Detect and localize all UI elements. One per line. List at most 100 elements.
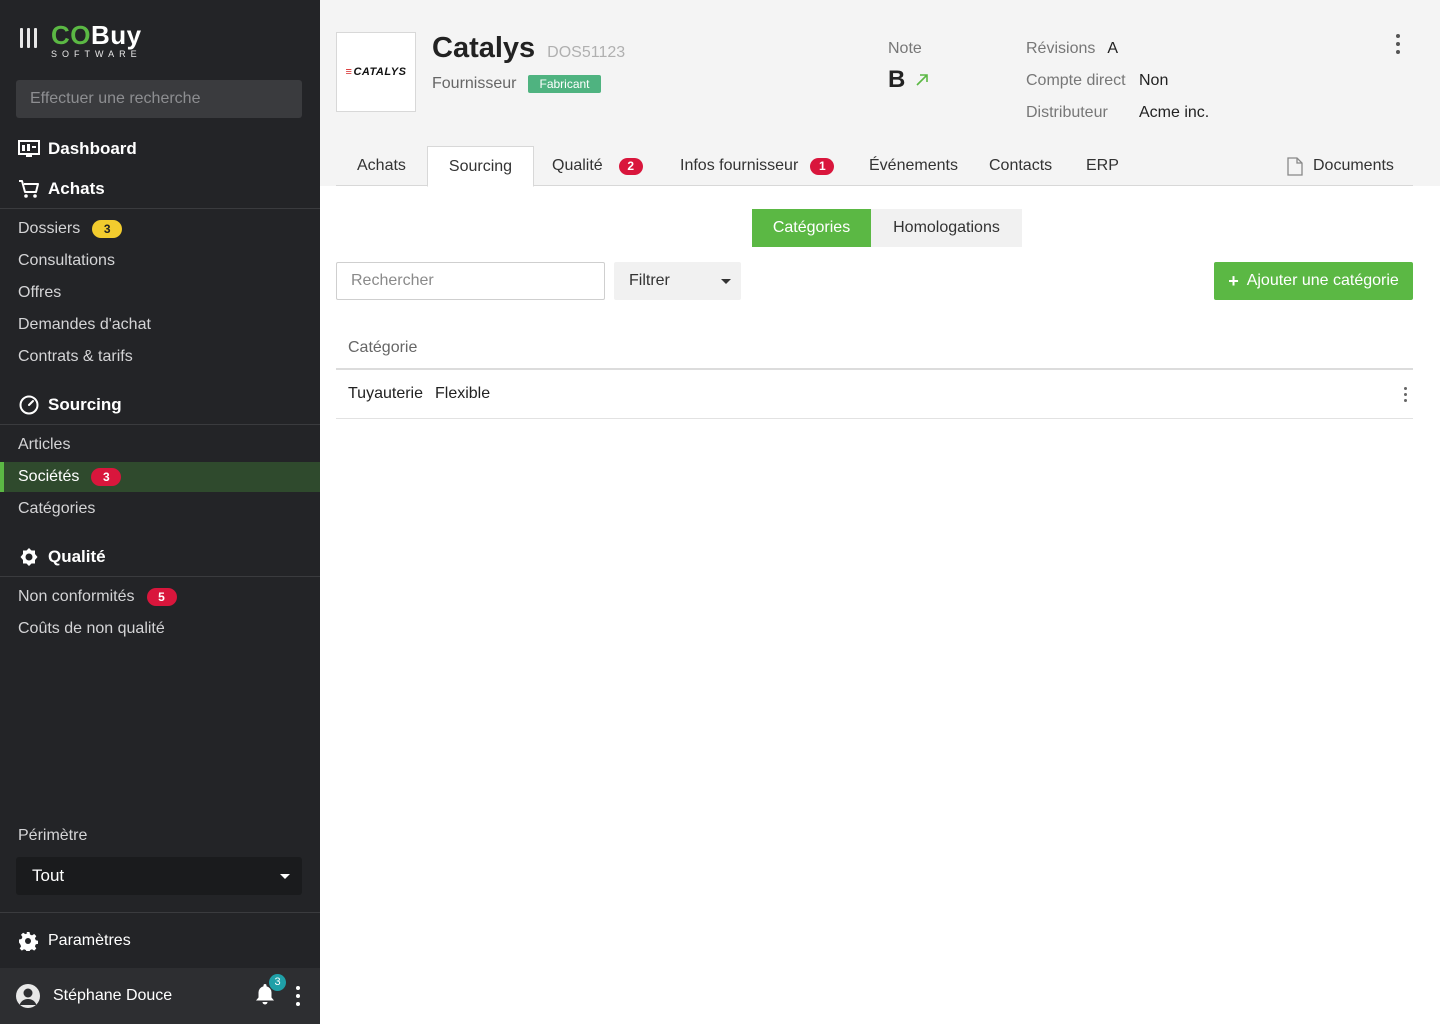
supplier-type: Fournisseur bbox=[432, 75, 517, 92]
count-badge: 5 bbox=[146, 588, 177, 606]
tab-label: Achats bbox=[357, 157, 406, 174]
sidebar-item-offres[interactable]: Offres bbox=[0, 278, 320, 308]
table-header: Catégorie bbox=[336, 328, 1413, 370]
filter-dropdown[interactable]: Filtrer bbox=[614, 262, 741, 300]
sidebar-item-couts-non-qualite[interactable]: Coûts de non qualité bbox=[0, 614, 320, 644]
supplier-header: ≡ CATALYS Catalys DOS51123 Fournisseur Fa… bbox=[320, 0, 1440, 187]
more-options-icon[interactable] bbox=[1396, 34, 1400, 54]
chevron-down-icon bbox=[721, 278, 731, 284]
brand-buy: Buy bbox=[91, 20, 142, 50]
row-category: Tuyauterie bbox=[348, 385, 423, 402]
count-badge: 3 bbox=[91, 468, 122, 486]
brand-sub: SOFTWARE bbox=[51, 49, 142, 59]
sidebar-section-qualite[interactable]: Qualité bbox=[0, 537, 320, 577]
count-badge: 3 bbox=[92, 220, 123, 238]
sidebar-item-articles[interactable]: Articles bbox=[0, 430, 320, 460]
sidebar-item-societes[interactable]: Sociétés 3 bbox=[0, 462, 320, 492]
brand-logo[interactable]: COBuy SOFTWARE bbox=[20, 22, 142, 59]
sidebar-item-label: Dashboard bbox=[48, 139, 137, 158]
info-label: Révisions bbox=[1026, 40, 1096, 57]
info-distributeur: Distributeur Acme inc. bbox=[1026, 104, 1209, 122]
info-compte-direct: Compte direct Non bbox=[1026, 72, 1168, 90]
tab-label: Qualité bbox=[552, 157, 603, 174]
cart-icon bbox=[18, 178, 40, 200]
segment-homologations[interactable]: Homologations bbox=[871, 209, 1022, 247]
info-label: Distributeur bbox=[1026, 104, 1108, 121]
plus-icon: + bbox=[1228, 270, 1239, 291]
table-row[interactable]: Tuyauterie Flexible bbox=[336, 370, 1413, 419]
notifications-button[interactable]: 3 bbox=[254, 973, 286, 1011]
sidebar-item-categories[interactable]: Catégories bbox=[0, 494, 320, 524]
supplier-logo: ≡ CATALYS bbox=[336, 32, 416, 112]
supplier-name: Catalys bbox=[432, 32, 536, 64]
tab-contacts[interactable]: Contacts bbox=[989, 146, 1052, 186]
supplier-subtitle: Fournisseur Fabricant bbox=[432, 75, 601, 93]
tab-label: Événements bbox=[869, 157, 958, 174]
column-header-categorie[interactable]: Catégorie bbox=[348, 339, 417, 357]
tab-label: Contacts bbox=[989, 157, 1053, 174]
add-category-label: Ajouter une catégorie bbox=[1246, 272, 1399, 289]
sidebar-item-demandes-achat[interactable]: Demandes d'achat bbox=[0, 310, 320, 340]
sidebar-item-dossiers[interactable]: Dossiers 3 bbox=[0, 214, 320, 244]
document-icon bbox=[1287, 156, 1303, 176]
filter-label: Filtrer bbox=[629, 272, 670, 289]
sidebar-item-dashboard[interactable]: Dashboard bbox=[0, 129, 320, 169]
info-value: Acme inc. bbox=[1139, 104, 1210, 121]
sidebar-item-label: Dossiers bbox=[18, 220, 81, 237]
gear-icon bbox=[18, 931, 38, 951]
section-label: Sourcing bbox=[48, 394, 122, 414]
tab-achats[interactable]: Achats bbox=[357, 146, 406, 186]
segment-categories[interactable]: Catégories bbox=[752, 209, 871, 247]
sidebar-item-non-conformites[interactable]: Non conformités 5 bbox=[0, 582, 320, 612]
row-subcategory: Flexible bbox=[435, 385, 491, 402]
tab-erp[interactable]: ERP bbox=[1086, 146, 1119, 186]
sidebar-section-sourcing[interactable]: Sourcing bbox=[0, 385, 320, 425]
note-label: Note bbox=[888, 40, 922, 57]
search-input[interactable] bbox=[336, 262, 605, 300]
user-menu-icon[interactable] bbox=[296, 986, 300, 1006]
info-label: Compte direct bbox=[1026, 72, 1126, 89]
avatar[interactable] bbox=[16, 984, 40, 1008]
add-category-button[interactable]: + Ajouter une catégorie bbox=[1214, 262, 1413, 300]
tab-label: Documents bbox=[1313, 157, 1394, 174]
logo-mark-icon: ≡ bbox=[345, 66, 353, 78]
sidebar-item-label: Catégories bbox=[18, 500, 96, 517]
tab-label: ERP bbox=[1086, 157, 1119, 174]
trend-up-arrow-icon bbox=[915, 73, 929, 87]
sidebar-item-label: Demandes d'achat bbox=[18, 316, 151, 333]
brand-wordmark: COBuy SOFTWARE bbox=[51, 22, 142, 59]
tab-documents[interactable]: Documents bbox=[1287, 146, 1394, 186]
tab-sourcing[interactable]: Sourcing bbox=[427, 146, 534, 187]
supplier-code: DOS51123 bbox=[547, 44, 626, 61]
info-value: Non bbox=[1139, 72, 1169, 89]
divider bbox=[0, 912, 320, 913]
menu-icon[interactable] bbox=[20, 28, 37, 48]
sidebar-item-label: Offres bbox=[18, 284, 62, 301]
tab-infos-fournisseur[interactable]: Infos fournisseur 1 bbox=[680, 146, 835, 186]
sidebar-item-contrats-tarifs[interactable]: Contrats & tarifs bbox=[0, 342, 320, 372]
sidebar-search-input[interactable] bbox=[16, 80, 302, 118]
supplier-logo-text: CATALYS bbox=[353, 66, 407, 78]
count-badge: 1 bbox=[810, 157, 835, 175]
dashboard-icon bbox=[18, 138, 40, 160]
info-value: A bbox=[1107, 40, 1119, 57]
sidebar-section-achats[interactable]: Achats bbox=[0, 169, 320, 209]
tab-qualite[interactable]: Qualité 2 bbox=[552, 146, 643, 186]
tab-label: Sourcing bbox=[448, 157, 513, 175]
notification-count-badge: 3 bbox=[269, 973, 286, 991]
info-revisions: Révisions A bbox=[1026, 40, 1118, 58]
sidebar-item-label: Consultations bbox=[18, 252, 115, 269]
note-value: B bbox=[888, 66, 906, 93]
sidebar-item-label: Non conformités bbox=[18, 588, 135, 605]
chevron-down-icon bbox=[280, 873, 290, 879]
perimetre-select[interactable]: Tout bbox=[16, 857, 302, 895]
sidebar-item-label: Contrats & tarifs bbox=[18, 348, 133, 365]
tab-evenements[interactable]: Événements bbox=[869, 146, 958, 186]
sidebar-item-consultations[interactable]: Consultations bbox=[0, 246, 320, 276]
user-name[interactable]: Stéphane Douce bbox=[53, 987, 254, 1005]
row-options-icon[interactable] bbox=[1404, 387, 1407, 402]
page-title: Catalys DOS51123 bbox=[432, 32, 625, 65]
settings-link[interactable]: Paramètres bbox=[18, 926, 131, 956]
sidebar-item-label: Coûts de non qualité bbox=[18, 620, 165, 637]
sidebar: COBuy SOFTWARE Dashboard Achats Dossiers… bbox=[0, 0, 320, 1024]
